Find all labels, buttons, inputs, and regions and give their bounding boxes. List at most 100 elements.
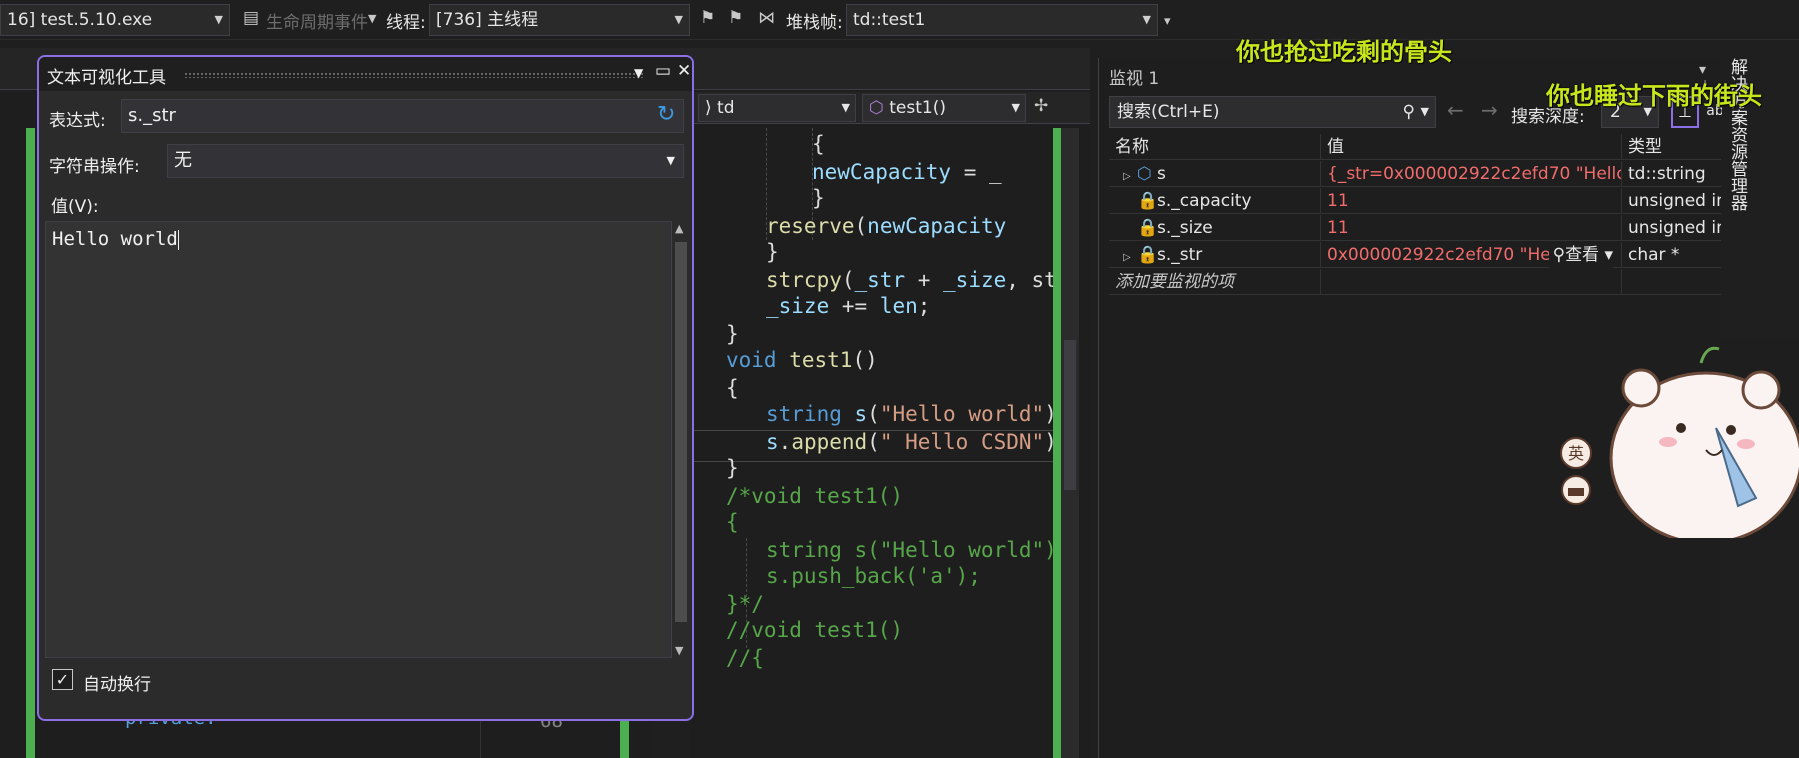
method-icon: ⬡ (869, 98, 890, 118)
code-line: } (726, 456, 739, 480)
lyric-line: 你也睡过下雨的街头 (1546, 82, 1762, 110)
text-caret (177, 229, 179, 250)
code-line: void test1() (726, 348, 878, 372)
code-line: }*/ (726, 592, 764, 616)
watch-header-row: 名称 值 类型 (1109, 134, 1721, 160)
value-label: 值(V): (51, 197, 99, 217)
watch-row-type: td::string (1628, 164, 1706, 184)
watch-title: 监视 1 (1109, 69, 1160, 89)
watch-row-type: unsigned int (1628, 218, 1721, 238)
scope-dropdown[interactable]: ⟩ td ▼ (698, 94, 856, 122)
search-placeholder: 搜索(Ctrl+E) (1117, 102, 1220, 122)
search-next-icon[interactable]: → (1481, 98, 1498, 122)
string-operation-value: 无 (174, 150, 192, 171)
watch-row-type: unsigned int (1628, 191, 1721, 211)
word-wrap-checkbox[interactable]: ✓ (52, 669, 73, 690)
chevron-down-icon[interactable]: ▼ (368, 12, 376, 25)
scroll-up-icon[interactable]: ▲ (675, 222, 683, 235)
watch-row-value: 11 (1321, 215, 1622, 241)
watch-row[interactable]: ▷ 🔒s._str 0x000002922c2efd70 "Hell ⚲查看 ▾ … (1109, 242, 1721, 268)
object-icon: ⬡ (1137, 164, 1152, 184)
column-header-name[interactable]: 名称 (1109, 134, 1321, 160)
bear-sticker-image: 英 (1556, 338, 1799, 538)
dialog-titlebar[interactable]: 文本可视化工具 ▼ ▭ ✕ (39, 57, 692, 91)
lyric-line: 你也抢过吃剩的骨头 (1236, 38, 1452, 66)
chevron-down-icon: ▼ (214, 13, 223, 26)
watch-row-name: s._str (1157, 245, 1203, 265)
visualizer-view-button[interactable]: ⚲查看 ▾ (1548, 242, 1613, 268)
watch-row-value-cell: 0x000002922c2efd70 "Hell ⚲查看 ▾ (1321, 242, 1622, 268)
code-line: string s("Hello world") (766, 402, 1056, 426)
split-icon[interactable]: ✢ (1034, 96, 1048, 116)
column-header-type[interactable]: 类型 (1622, 134, 1721, 160)
process-value: 16] test.5.10.exe (7, 10, 153, 30)
code-line: strcpy(_str + _size, st (766, 268, 1056, 292)
column-header-value[interactable]: 值 (1321, 134, 1622, 160)
code-line: s.append(" Hello CSDN") (766, 430, 1056, 454)
watch-row[interactable]: 🔒s._capacity 11 unsigned int (1109, 188, 1721, 214)
stackframe-label: 堆栈帧: (786, 13, 843, 33)
stackframe-dropdown[interactable]: td::test1 ▼ (846, 4, 1158, 36)
thread-filter-icon[interactable]: ⋈ (758, 8, 775, 28)
string-operation-select[interactable]: 无 ▼ (167, 144, 684, 178)
add-watch-placeholder[interactable]: 添加要监视的项 (1109, 269, 1321, 295)
code-line: } (812, 186, 825, 210)
toolbar-overflow-icon[interactable]: ▾ (1164, 14, 1171, 29)
expression-label: 表达式: (49, 111, 106, 131)
search-previous-icon[interactable]: ← (1447, 98, 1464, 122)
lifecycle-events-button[interactable]: 生命周期事件 (266, 8, 368, 33)
private-field-icon: 🔒 (1137, 245, 1159, 265)
chevron-down-icon: ▼ (841, 101, 850, 114)
code-line: reserve(newCapacity (766, 214, 1007, 238)
change-indicator-bar (1053, 128, 1061, 758)
value-textarea[interactable]: Hello world (45, 221, 672, 658)
chevron-down-icon: ▼ (1011, 101, 1020, 114)
search-icon[interactable]: ⚲ (1403, 97, 1415, 127)
lifecycle-icon[interactable]: ▤ (243, 8, 259, 28)
code-line: _size += len; (766, 294, 931, 318)
value-scrollbar-thumb[interactable] (675, 242, 687, 622)
expand-icon[interactable]: ▷ (1123, 164, 1137, 187)
code-line: /*void test1() (726, 484, 904, 508)
private-field-icon: 🔒 (1137, 218, 1159, 238)
expression-input[interactable]: s._str (121, 99, 684, 133)
chevron-down-icon: ▼ (674, 13, 683, 26)
flag-icon[interactable]: ⚑ (700, 8, 715, 28)
editor-navigation-bar: ⟩ td ▼ ⬡ test1() ▼ ✢ (690, 92, 1090, 124)
thread-value: [736] 主线程 (436, 10, 539, 30)
scope-chevron-icon: ⟩ (705, 98, 718, 118)
watch-row-value: {_str=0x000002922c2efd70 "Hello wo (1321, 161, 1622, 187)
dialog-title: 文本可视化工具 (47, 68, 166, 88)
code-line: newCapacity = _ (812, 160, 1002, 184)
close-icon[interactable]: ✕ (677, 61, 691, 81)
magnifier-icon: ⚲ (1552, 245, 1566, 265)
flag-all-icon[interactable]: ⚑ (728, 8, 743, 28)
code-line: { (726, 510, 739, 534)
expression-value: s._str (128, 105, 176, 126)
member-dropdown[interactable]: ⬡ test1() ▼ (862, 94, 1026, 122)
watch-search-input[interactable]: 搜索(Ctrl+E) ⚲ ▼ (1109, 96, 1436, 128)
scroll-down-icon[interactable]: ▼ (675, 644, 683, 657)
text-visualizer-dialog: 文本可视化工具 ▼ ▭ ✕ 表达式: s._str ↻ 字符串操作: 无 ▼ 值… (37, 55, 694, 721)
watch-row-name: s._capacity (1157, 191, 1252, 211)
refresh-icon[interactable]: ↻ (657, 102, 675, 127)
watch-row-name: s (1157, 164, 1166, 184)
add-watch-row[interactable]: 添加要监视的项 (1109, 269, 1721, 295)
editor-scrollbar-thumb[interactable] (1064, 340, 1076, 490)
maximize-icon[interactable]: ▭ (655, 61, 671, 81)
process-dropdown[interactable]: 16] test.5.10.exe ▼ (0, 4, 230, 36)
watch-row[interactable]: ▷⬡s {_str=0x000002922c2efd70 "Hello wo t… (1109, 161, 1721, 187)
code-line: //void test1() (726, 618, 904, 642)
drag-grip[interactable] (184, 72, 644, 78)
expand-icon[interactable]: ▷ (1123, 245, 1137, 268)
debug-toolbar: 16] test.5.10.exe ▼ ▤ 生命周期事件 ▼ 线程: [736]… (0, 0, 1799, 40)
chevron-down-icon[interactable]: ▼ (1421, 97, 1429, 127)
dropdown-icon[interactable]: ▼ (634, 66, 643, 80)
word-wrap-label[interactable]: 自动换行 (83, 670, 151, 695)
code-line: } (766, 240, 779, 264)
chevron-down-icon: ▼ (1142, 13, 1151, 26)
code-line: string s("Hello world") (766, 538, 1056, 562)
watch-row[interactable]: 🔒s._size 11 unsigned int (1109, 215, 1721, 241)
thread-dropdown[interactable]: [736] 主线程 ▼ (429, 4, 690, 36)
watch-row-type: char * (1628, 245, 1680, 265)
